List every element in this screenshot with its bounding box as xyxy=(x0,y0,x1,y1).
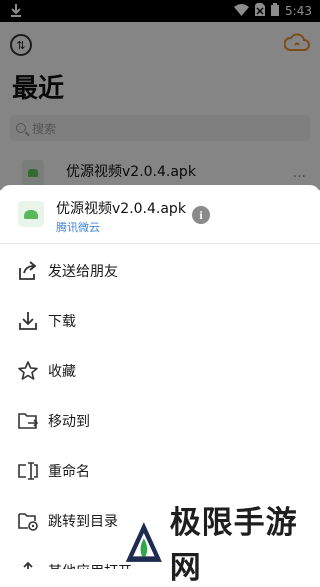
file-source: 腾讯微云 xyxy=(56,221,100,234)
rename-icon xyxy=(16,459,40,483)
watermark: 极限手游网 xyxy=(124,505,314,586)
action-label: 重命名 xyxy=(48,464,90,480)
file-name: 优源视频v2.0.4.apk xyxy=(56,201,186,217)
dim-overlay[interactable] xyxy=(0,0,320,190)
star-icon xyxy=(16,359,40,383)
action-rename[interactable]: 重命名 xyxy=(0,449,320,493)
open-with-icon xyxy=(16,559,40,569)
move-icon xyxy=(16,409,40,433)
watermark-logo-icon xyxy=(125,522,162,562)
action-label: 跳转到目录 xyxy=(48,514,118,530)
action-label: 移动到 xyxy=(48,414,90,430)
share-icon xyxy=(16,259,40,283)
action-download[interactable]: 下载 xyxy=(0,299,320,343)
folder-jump-icon xyxy=(16,509,40,533)
action-send-to-friend[interactable]: 发送给朋友 xyxy=(0,249,320,293)
apk-file-icon xyxy=(18,201,44,227)
action-label: 发送给朋友 xyxy=(48,264,118,280)
watermark-text: 极限手游网 xyxy=(169,505,298,586)
info-icon[interactable]: i xyxy=(192,206,210,224)
action-label: 下载 xyxy=(48,314,76,330)
sheet-header: 优源视频v2.0.4.apk 腾讯微云 i xyxy=(0,185,320,244)
action-favorite[interactable]: 收藏 xyxy=(0,349,320,393)
action-label: 收藏 xyxy=(48,364,76,380)
download-icon xyxy=(16,309,40,333)
action-label: 其他应用打开 xyxy=(48,561,132,569)
action-move-to[interactable]: 移动到 xyxy=(0,399,320,443)
